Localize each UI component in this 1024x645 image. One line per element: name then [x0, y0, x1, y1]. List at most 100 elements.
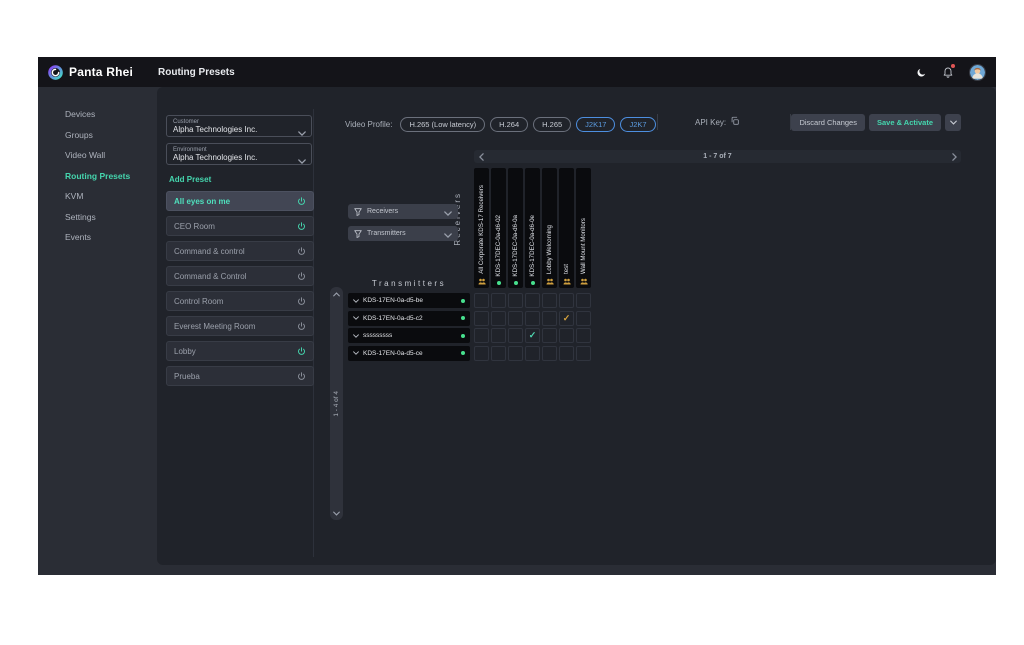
- main-panel: Customer Alpha Technologies Inc. Environ…: [157, 87, 996, 565]
- video-profile-chip-h265-low-latency[interactable]: H.265 (Low latency): [400, 117, 485, 132]
- route-check-icon: ✓: [563, 314, 571, 323]
- preset-card[interactable]: Command & control: [166, 241, 314, 261]
- page-left-icon[interactable]: [474, 153, 488, 161]
- matrix-cell[interactable]: [508, 328, 523, 343]
- matrix-cell[interactable]: [525, 293, 540, 308]
- matrix-cell[interactable]: [474, 346, 489, 361]
- user-avatar[interactable]: [969, 64, 986, 81]
- preset-list: All eyes on me CEO Room Command & contro…: [166, 191, 314, 386]
- api-key-copy-icon[interactable]: [730, 113, 740, 131]
- online-status-dot: [514, 281, 518, 285]
- matrix-cell[interactable]: [559, 293, 574, 308]
- transmitter-row[interactable]: sssssssss: [348, 328, 470, 343]
- transmitter-rows: KDS-17EN-0a-d5-be KDS-17EN-0a-d5-c2 ssss…: [348, 293, 470, 361]
- power-icon[interactable]: [297, 222, 306, 231]
- transmitters-scrollbar[interactable]: 1 - 4 of 4: [330, 287, 343, 520]
- scroll-up-icon[interactable]: [333, 287, 340, 301]
- power-icon[interactable]: [297, 372, 306, 381]
- matrix-cell[interactable]: ✓: [525, 328, 540, 343]
- discard-changes-button[interactable]: Discard Changes: [791, 114, 865, 131]
- group-icon: [580, 278, 588, 285]
- video-profile-chip-h265[interactable]: H.265: [533, 117, 571, 132]
- matrix-cell[interactable]: [542, 328, 557, 343]
- transmitter-name: KDS-17EN-0a-d5-c2: [363, 315, 423, 322]
- sidebar-item-settings[interactable]: Settings: [38, 207, 157, 228]
- sidebar-item-groups[interactable]: Groups: [38, 125, 157, 146]
- transmitter-name: sssssssss: [363, 332, 392, 339]
- scroll-down-icon[interactable]: [333, 506, 340, 520]
- power-icon[interactable]: [297, 272, 306, 281]
- add-preset-button[interactable]: Add Preset: [169, 175, 211, 184]
- power-icon[interactable]: [297, 347, 306, 356]
- matrix-cell[interactable]: [576, 293, 591, 308]
- power-icon[interactable]: [297, 197, 306, 206]
- matrix-cell[interactable]: [576, 328, 591, 343]
- video-profile-chip-j2k17[interactable]: J2K17: [576, 117, 615, 132]
- receiver-column[interactable]: All Corporate KDS-17 Receivers: [474, 168, 489, 288]
- receiver-column[interactable]: KDS-17DEC-0a-d6-02: [491, 168, 506, 288]
- chevron-down-icon: [298, 151, 306, 169]
- sidebar-item-events[interactable]: Events: [38, 227, 157, 248]
- matrix-cell[interactable]: [542, 311, 557, 326]
- save-activate-button[interactable]: Save & Activate: [869, 114, 941, 131]
- power-icon[interactable]: [297, 297, 306, 306]
- receivers-filter-select[interactable]: Receivers: [348, 204, 458, 219]
- sidebar-item-video-wall[interactable]: Video Wall: [38, 145, 157, 166]
- matrix-cell[interactable]: [491, 311, 506, 326]
- preset-card[interactable]: Control Room: [166, 291, 314, 311]
- preset-card[interactable]: Everest Meeting Room: [166, 316, 314, 336]
- receiver-column[interactable]: Wall Mount Monitors: [576, 168, 591, 288]
- matrix-cell[interactable]: [508, 346, 523, 361]
- online-status-dot: [497, 281, 501, 285]
- preset-card[interactable]: Lobby: [166, 341, 314, 361]
- power-icon[interactable]: [297, 247, 306, 256]
- matrix-cell[interactable]: [491, 328, 506, 343]
- video-profile-chip-j2k7[interactable]: J2K7: [620, 117, 655, 132]
- preset-card[interactable]: All eyes on me: [166, 191, 314, 211]
- matrix-cell[interactable]: [491, 346, 506, 361]
- preset-card[interactable]: CEO Room: [166, 216, 314, 236]
- transmitters-axis-label: Transmitters: [348, 279, 470, 288]
- matrix-cell[interactable]: [508, 311, 523, 326]
- matrix-cell[interactable]: [474, 311, 489, 326]
- receiver-column[interactable]: test: [559, 168, 574, 288]
- matrix-cell[interactable]: [559, 328, 574, 343]
- matrix-cell[interactable]: [474, 328, 489, 343]
- video-profile-chip-h264[interactable]: H.264: [490, 117, 528, 132]
- customer-select[interactable]: Customer Alpha Technologies Inc.: [166, 115, 312, 137]
- preset-card[interactable]: Prueba: [166, 366, 314, 386]
- receiver-name: KDS-17DEC-0a-d6-0a: [512, 215, 519, 277]
- matrix-cell[interactable]: [491, 293, 506, 308]
- matrix-cell[interactable]: [525, 346, 540, 361]
- matrix-cell[interactable]: [559, 346, 574, 361]
- header-actions: Discard Changes Save & Activate: [791, 114, 961, 131]
- matrix-cell[interactable]: [576, 346, 591, 361]
- matrix-cell[interactable]: [542, 346, 557, 361]
- transmitter-row[interactable]: KDS-17EN-0a-d5-ce: [348, 346, 470, 361]
- transmitter-row[interactable]: KDS-17EN-0a-d5-c2: [348, 311, 470, 326]
- sidebar-item-devices[interactable]: Devices: [38, 104, 157, 125]
- receiver-column[interactable]: KDS-17DEC-0a-d6-0a: [508, 168, 523, 288]
- transmitter-row[interactable]: KDS-17EN-0a-d5-be: [348, 293, 470, 308]
- environment-select[interactable]: Environment Alpha Technologies Inc.: [166, 143, 312, 165]
- brand-name: Panta Rhei: [69, 65, 133, 79]
- matrix-cell[interactable]: [474, 293, 489, 308]
- receiver-column[interactable]: Lobby Welcoming: [542, 168, 557, 288]
- notifications-bell-icon[interactable]: [942, 66, 954, 78]
- matrix-cell[interactable]: [525, 311, 540, 326]
- sidebar-item-kvm[interactable]: KVM: [38, 186, 157, 207]
- save-options-caret-button[interactable]: [945, 114, 961, 131]
- preset-card[interactable]: Command & Control: [166, 266, 314, 286]
- matrix-cell[interactable]: ✓: [559, 311, 574, 326]
- transmitters-filter-select[interactable]: Transmitters: [348, 226, 458, 241]
- transmitter-name: KDS-17EN-0a-d5-ce: [363, 350, 423, 357]
- matrix-cell[interactable]: [508, 293, 523, 308]
- power-icon[interactable]: [297, 322, 306, 331]
- page-right-icon[interactable]: [947, 153, 961, 161]
- matrix-cell[interactable]: [542, 293, 557, 308]
- dark-mode-moon-icon[interactable]: [916, 67, 927, 78]
- sidebar-item-routing-presets[interactable]: Routing Presets: [38, 166, 157, 187]
- receivers-pagination: 1 - 7 of 7: [474, 150, 961, 163]
- receiver-column[interactable]: KDS-17DEC-0a-d6-0e: [525, 168, 540, 288]
- matrix-cell[interactable]: [576, 311, 591, 326]
